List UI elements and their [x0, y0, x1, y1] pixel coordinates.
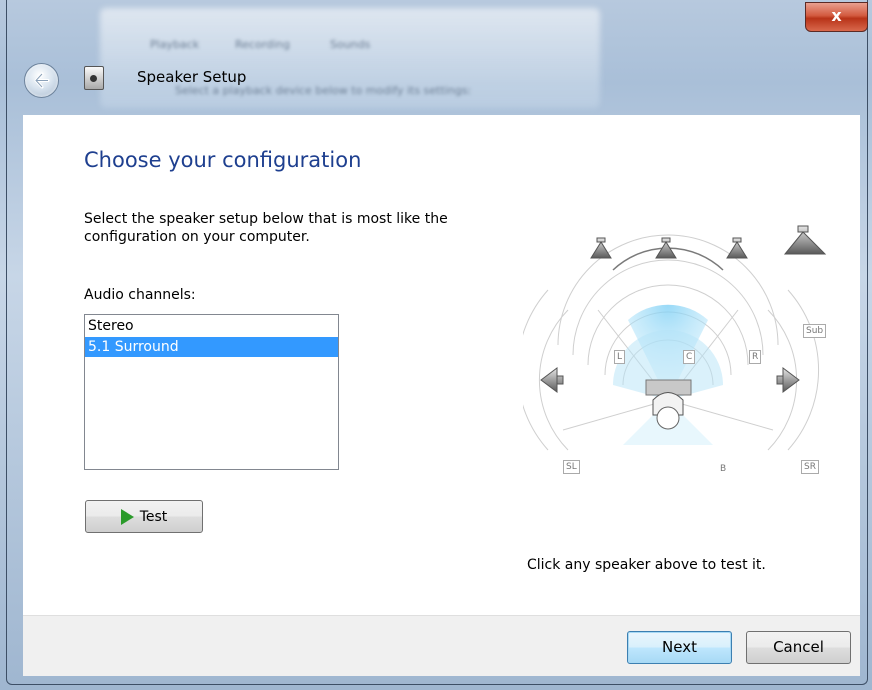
window-title: Speaker Setup — [137, 68, 247, 86]
speaker-setup-icon — [84, 66, 104, 90]
background-tab: Playback — [150, 38, 200, 51]
speaker-diagram: L C R Sub SL SR B — [516, 200, 843, 474]
background-tab: Recording — [235, 38, 291, 51]
speaker-surround-right[interactable] — [776, 367, 800, 393]
list-item-stereo[interactable]: Stereo — [85, 316, 338, 336]
speaker-surround-left[interactable] — [540, 367, 564, 393]
test-button[interactable]: Test — [85, 500, 203, 533]
speaker-test-hint: Click any speaker above to test it. — [527, 557, 766, 573]
close-button[interactable]: x — [805, 2, 868, 32]
page-description: Select the speaker setup below that is m… — [84, 211, 448, 245]
speaker-center-tag: C — [683, 350, 696, 364]
wizard-footer: Next Cancel — [23, 615, 860, 676]
speaker-sl-tag: SL — [563, 460, 580, 474]
speaker-subwoofer[interactable] — [783, 225, 827, 255]
speaker-sub-tag: Sub — [803, 324, 827, 338]
list-item-5-1-surround[interactable]: 5.1 Surround — [85, 337, 338, 357]
wizard-content: Choose your configuration Select the spe… — [23, 115, 860, 615]
listener-tag: B — [720, 464, 727, 474]
test-button-label: Test — [139, 508, 168, 525]
audio-channels-list[interactable]: Stereo 5.1 Surround — [84, 314, 339, 470]
background-tab: Sounds — [330, 38, 371, 51]
speaker-right-tag: R — [749, 350, 762, 364]
back-button[interactable] — [24, 63, 59, 98]
speaker-left[interactable] — [590, 237, 612, 259]
play-icon — [120, 508, 134, 525]
speaker-field — [516, 225, 827, 451]
speaker-sr-tag: SR — [801, 460, 819, 474]
cancel-button[interactable]: Cancel — [746, 631, 851, 664]
next-button[interactable]: Next — [627, 631, 732, 664]
audio-channels-label: Audio channels: — [84, 287, 196, 303]
speaker-right[interactable] — [726, 237, 748, 259]
close-icon: x — [831, 6, 842, 25]
speaker-left-tag: L — [614, 350, 626, 364]
page-heading: Choose your configuration — [84, 148, 362, 172]
back-arrow-icon — [34, 72, 50, 89]
